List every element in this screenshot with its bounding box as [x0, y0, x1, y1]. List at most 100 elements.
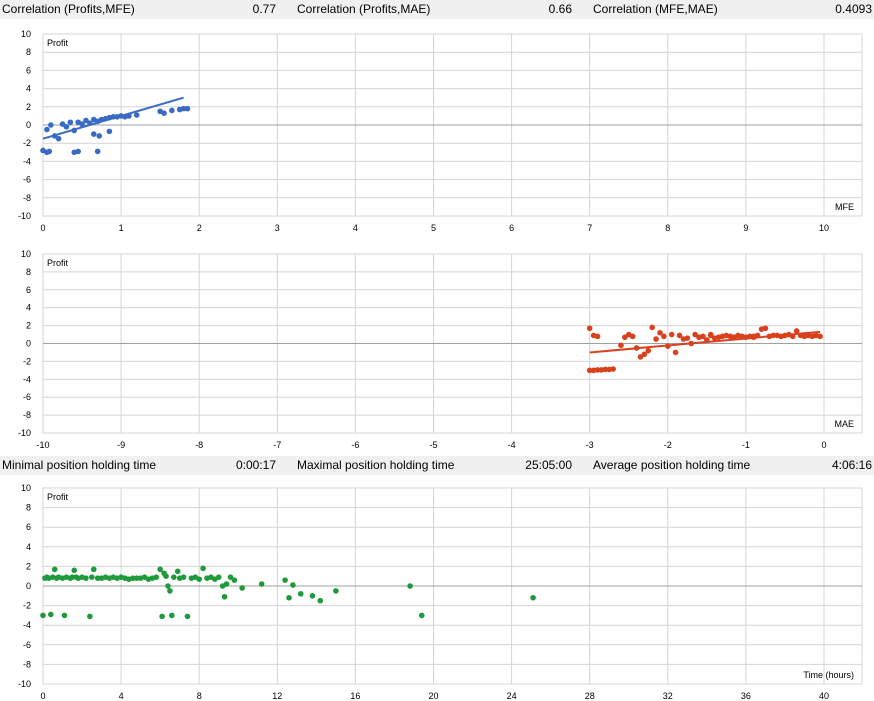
data-point: [297, 591, 304, 597]
y-tick-label: -4: [23, 156, 31, 166]
y-axis-label: Profit: [47, 38, 69, 48]
data-point: [184, 105, 191, 112]
y-tick-label: 10: [21, 249, 31, 259]
corr-profits-mae-value: 0.66: [548, 2, 572, 16]
data-point: [817, 333, 823, 340]
data-point: [684, 335, 691, 341]
data-point: [63, 124, 70, 130]
y-tick-label: 8: [26, 503, 31, 513]
corr-mfe-mae-value: 0.4093: [835, 2, 872, 16]
data-point: [594, 333, 601, 340]
y-tick-label: -6: [23, 640, 31, 650]
x-tick-label: 36: [741, 691, 751, 701]
data-point: [90, 566, 97, 573]
corr-profits-mae-label: Correlation (Profits,MAE): [297, 2, 431, 16]
x-tick-label: 8: [197, 691, 202, 701]
x-tick-label: 5: [431, 223, 436, 233]
data-point: [793, 328, 800, 334]
y-tick-label: -8: [23, 410, 31, 420]
x-tick-label: -10: [36, 440, 49, 450]
data-point: [789, 333, 796, 340]
data-point: [665, 343, 671, 349]
profit-vs-mae-chart: -10 -9 -8 -7 -6 -5 -4 -3 -2 -1 01086420-2-4-6-8-10…: [18, 249, 863, 450]
x-tick-label: 32: [663, 691, 673, 701]
data-point: [649, 324, 655, 331]
data-point: [167, 588, 173, 594]
x-tick-label: -8: [195, 440, 203, 450]
x-tick-label: 0: [40, 223, 45, 233]
data-point: [707, 331, 714, 338]
y-tick-label: 8: [26, 267, 31, 277]
data-point: [51, 566, 58, 573]
data-point: [171, 574, 177, 580]
data-point: [282, 577, 288, 583]
x-tick-label: 24: [507, 691, 517, 701]
y-tick-label: 4: [26, 84, 31, 94]
data-point: [704, 337, 710, 343]
data-point: [44, 126, 50, 133]
x-tick-label: -4: [508, 440, 516, 450]
y-tick-label: -8: [23, 659, 31, 669]
x-axis-label: MAE: [834, 419, 854, 429]
data-point: [90, 131, 97, 137]
data-point: [286, 594, 292, 601]
data-point: [223, 581, 230, 587]
x-tick-label: -7: [273, 440, 281, 450]
x-tick-label: 0: [40, 691, 45, 701]
data-point: [48, 611, 54, 618]
corr-profits-mfe-label: Correlation (Profits,MFE): [2, 2, 135, 16]
data-point: [407, 583, 413, 589]
x-tick-label: 40: [819, 691, 829, 701]
data-point: [161, 110, 167, 116]
data-point: [258, 581, 265, 587]
x-tick-label: 1: [119, 223, 124, 233]
x-tick-label: -1: [742, 440, 750, 450]
x-tick-label: 4: [119, 691, 124, 701]
data-point: [71, 127, 78, 134]
y-tick-label: 6: [26, 65, 31, 75]
x-axis-label: MFE: [835, 202, 854, 212]
data-point: [165, 583, 171, 589]
data-point: [688, 340, 695, 347]
x-tick-label: 28: [585, 691, 595, 701]
avg-holding-time-label: Average position holding time: [593, 458, 751, 472]
profit-vs-mfe-chart: 0 1 2 3 4 5 6 7 8 9 10 10 8 6 4 2 0 -2 -4 -6 -8 -10 Profit MFE: [18, 29, 863, 233]
data-point: [610, 366, 616, 372]
y-tick-label: 8: [26, 47, 31, 57]
x-tick-label: 10: [819, 223, 829, 233]
data-point: [180, 574, 187, 580]
data-point: [750, 334, 757, 341]
data-point: [48, 122, 54, 128]
data-point: [163, 573, 169, 579]
min-holding-time-value: 0:00:17: [235, 458, 276, 472]
x-tick-label: -9: [117, 440, 125, 450]
y-tick-label: 6: [26, 522, 31, 532]
data-point: [418, 612, 425, 619]
data-point: [55, 135, 62, 142]
x-tick-label: -6: [351, 440, 359, 450]
data-point: [333, 588, 339, 594]
y-tick-label: -2: [23, 601, 31, 611]
x-tick-label: -3: [586, 440, 594, 450]
data-point: [668, 331, 675, 338]
max-holding-time-value: 25:05:00: [525, 458, 572, 472]
data-point: [672, 349, 679, 356]
data-point: [200, 565, 206, 572]
data-point: [618, 342, 624, 349]
y-tick-label: 2: [26, 561, 31, 571]
x-tick-label: 4: [353, 223, 358, 233]
y-tick-label: -4: [23, 620, 31, 630]
data-point: [174, 568, 181, 575]
data-point: [153, 574, 160, 580]
max-holding-time-label: Maximal position holding time: [297, 458, 455, 472]
x-tick-label: 12: [272, 691, 282, 701]
data-point: [629, 333, 636, 340]
y-tick-label: -4: [23, 374, 31, 384]
y-tick-label: 10: [21, 483, 31, 493]
data-point: [317, 597, 324, 604]
data-point: [169, 107, 175, 114]
y-tick-label: -10: [18, 679, 31, 689]
data-point: [126, 113, 132, 119]
data-point: [762, 325, 769, 332]
data-point: [530, 594, 536, 601]
